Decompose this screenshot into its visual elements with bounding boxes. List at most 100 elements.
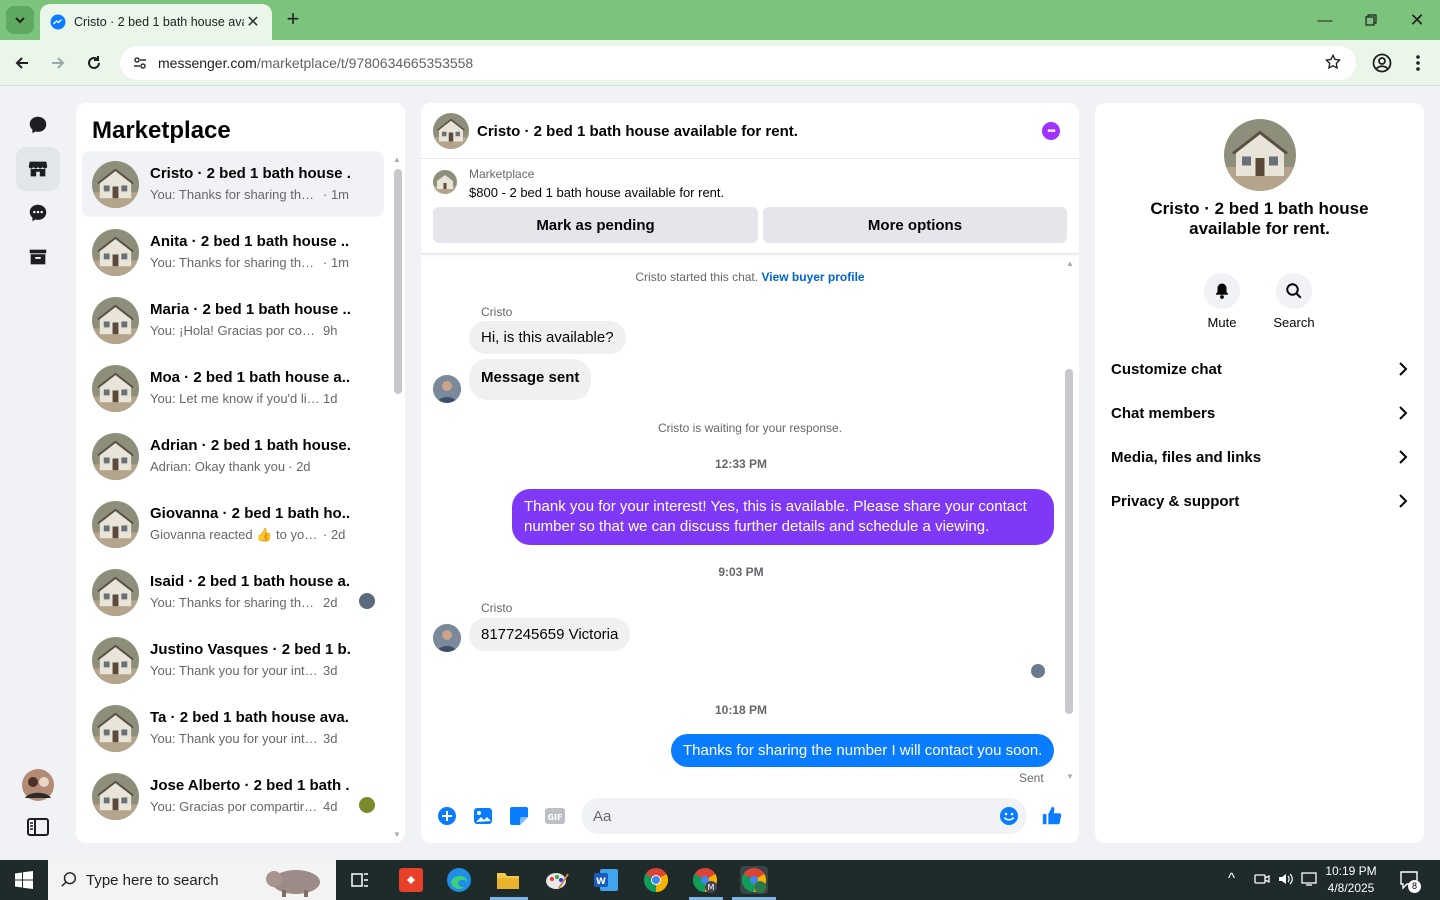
search-button[interactable]	[1276, 273, 1312, 309]
incoming-message[interactable]: Hi, is this available?	[469, 321, 626, 354]
notification-center-button[interactable]: 8	[1396, 870, 1422, 893]
listing-photo[interactable]	[1224, 119, 1296, 191]
url-path: /marketplace/t/9780634665353558	[256, 55, 474, 71]
taskbar-app-anydesk[interactable]	[397, 866, 425, 894]
conversation-info-button[interactable]: •••	[1042, 122, 1060, 140]
address-bar[interactable]: messenger.com/marketplace/t/978063466535…	[120, 46, 1356, 80]
timestamp: 9:03 PM	[718, 565, 764, 579]
message-input-placeholder: Aa	[593, 807, 612, 825]
taskbar-app-chrome-profile-m[interactable]: M	[691, 866, 719, 894]
taskbar-app-file-explorer[interactable]	[494, 866, 522, 894]
conversation-item[interactable]: Giovanna · 2 bed 1 bath ho... Giovanna re…	[82, 491, 384, 557]
system-clock[interactable]: 10:19 PM 4/8/2025	[1322, 863, 1380, 897]
listing-description[interactable]: $800 - 2 bed 1 bath house available for …	[469, 185, 724, 200]
conversation-item[interactable]: Isaid · 2 bed 1 bath house a... You: Than…	[82, 559, 384, 625]
user-avatar-button[interactable]	[16, 763, 60, 807]
tab-search-button[interactable]	[6, 6, 34, 34]
mark-pending-button[interactable]: Mark as pending	[433, 207, 758, 243]
conversation-item[interactable]: Adrian · 2 bed 1 bath house... Adrian: Ok…	[82, 423, 384, 489]
meet-now-icon[interactable]	[1254, 871, 1270, 890]
browser-tab-active[interactable]: Cristo · 2 bed 1 bath house avai ✕	[40, 4, 272, 40]
sticker-button[interactable]	[508, 805, 530, 827]
conversation-item[interactable]: Cristo · 2 bed 1 bath house ... You: Than…	[82, 151, 384, 217]
taskbar-app-word[interactable]: W	[592, 866, 620, 894]
gif-icon: GIF	[545, 808, 565, 824]
emoji-button[interactable]	[998, 805, 1020, 827]
privacy-support-row[interactable]: Privacy & support	[1111, 481, 1408, 521]
start-button[interactable]	[0, 860, 48, 900]
chat-scroll-down-icon[interactable]: ▼	[1066, 772, 1074, 781]
incoming-message[interactable]: 8177245659 Victoria	[469, 618, 631, 651]
chrome-icon	[741, 868, 767, 893]
attach-photo-button[interactable]	[472, 805, 494, 827]
arrow-right-icon	[52, 57, 65, 69]
taskbar-search-box[interactable]: Type here to search	[48, 860, 336, 900]
chat-scrollbar[interactable]	[1065, 369, 1073, 714]
list-scrollbar[interactable]	[394, 169, 402, 394]
close-window-button[interactable]: ✕	[1394, 0, 1440, 40]
listing-thumbnail[interactable]	[433, 170, 457, 194]
sender-avatar[interactable]	[433, 375, 461, 403]
conversation-item[interactable]: Justino Vasques · 2 bed 1 b... You: Thank…	[82, 627, 384, 693]
chat-title[interactable]: Cristo · 2 bed 1 bath house available fo…	[477, 123, 798, 140]
taskbar-app-edge[interactable]	[445, 866, 473, 894]
incoming-message[interactable]: Message sent	[469, 359, 592, 400]
more-options-button[interactable]: More options	[763, 207, 1067, 243]
conversation-item[interactable]: Moa · 2 bed 1 bath house a... You: Let me…	[82, 355, 384, 421]
browser-menu-button[interactable]	[1403, 48, 1433, 78]
mute-action[interactable]: Mute	[1190, 273, 1254, 330]
network-icon[interactable]	[1301, 871, 1319, 890]
toggle-sidebar-button[interactable]	[16, 805, 60, 849]
forward-button[interactable]	[43, 48, 73, 78]
close-tab-icon[interactable]: ✕	[244, 12, 262, 32]
mute-button[interactable]	[1204, 273, 1240, 309]
house-photo	[92, 297, 139, 344]
minimize-button[interactable]: —	[1302, 0, 1348, 40]
house-thumbnail[interactable]	[433, 113, 469, 149]
conversation-item[interactable]: Maria · 2 bed 1 bath house ... You: ¡Hola…	[82, 287, 384, 353]
like-button[interactable]	[1041, 805, 1063, 827]
conversation-item[interactable]: Jose Alberto · 2 bed 1 bath ... You: Grac…	[82, 763, 384, 829]
view-buyer-profile-link[interactable]: View buyer profile	[761, 270, 864, 284]
marketplace-nav-button[interactable]	[16, 147, 60, 191]
restore-button[interactable]	[1348, 0, 1394, 40]
gif-button[interactable]: GIF	[544, 805, 566, 827]
reload-button[interactable]	[79, 48, 109, 78]
conversation-preview: Adrian: Okay thank you · 2d	[150, 459, 311, 474]
word-icon: W	[594, 869, 618, 891]
volume-icon[interactable]	[1277, 871, 1293, 890]
scroll-up-icon[interactable]: ▲	[393, 155, 401, 164]
outgoing-message[interactable]: Thanks for sharing the number I will con…	[671, 734, 1055, 767]
media-files-links-row[interactable]: Media, files and links	[1111, 437, 1408, 477]
taskbar-app-paint[interactable]	[543, 866, 571, 894]
tray-overflow-icon[interactable]: ^	[1228, 870, 1235, 887]
customize-chat-row[interactable]: Customize chat	[1111, 349, 1408, 389]
back-button[interactable]	[7, 48, 37, 78]
url-host: messenger.com	[158, 55, 257, 71]
conversation-time: 3d	[323, 731, 338, 746]
task-view-button[interactable]	[346, 866, 374, 894]
outgoing-message[interactable]: Thank you for your interest! Yes, this i…	[512, 489, 1054, 545]
archive-nav-button[interactable]	[16, 235, 60, 279]
windows-taskbar: Type here to search W M ^ 10:19 PM 4/8/2…	[0, 860, 1440, 900]
profile-button[interactable]	[1367, 48, 1397, 78]
bookmark-star-icon[interactable]	[1324, 53, 1342, 71]
taskbar-app-chrome-active[interactable]	[740, 866, 768, 894]
site-info-icon[interactable]	[132, 55, 148, 71]
sender-avatar[interactable]	[433, 624, 461, 652]
conversation-item[interactable]: Anita · 2 bed 1 bath house ... You: Thank…	[82, 219, 384, 285]
chat-members-row[interactable]: Chat members	[1111, 393, 1408, 433]
taskbar-app-chrome[interactable]	[642, 866, 670, 894]
conversation-thumbnail	[92, 365, 139, 412]
conversation-name: Giovanna · 2 bed 1 bath ho...	[150, 505, 350, 522]
search-action[interactable]: Search	[1262, 273, 1326, 330]
message-input[interactable]: Aa	[581, 798, 1027, 834]
new-tab-button[interactable]: +	[282, 8, 304, 32]
message-requests-nav-button[interactable]	[16, 191, 60, 235]
conversation-item[interactable]: Ta · 2 bed 1 bath house ava... You: Thank…	[82, 695, 384, 761]
more-actions-button[interactable]	[436, 805, 458, 827]
chat-scroll-up-icon[interactable]: ▲	[1066, 259, 1074, 268]
scroll-down-icon[interactable]: ▼	[393, 830, 401, 839]
chats-nav-button[interactable]	[16, 103, 60, 147]
conversation-list-panel: Marketplace Cristo · 2 bed 1 bath house …	[76, 103, 405, 843]
